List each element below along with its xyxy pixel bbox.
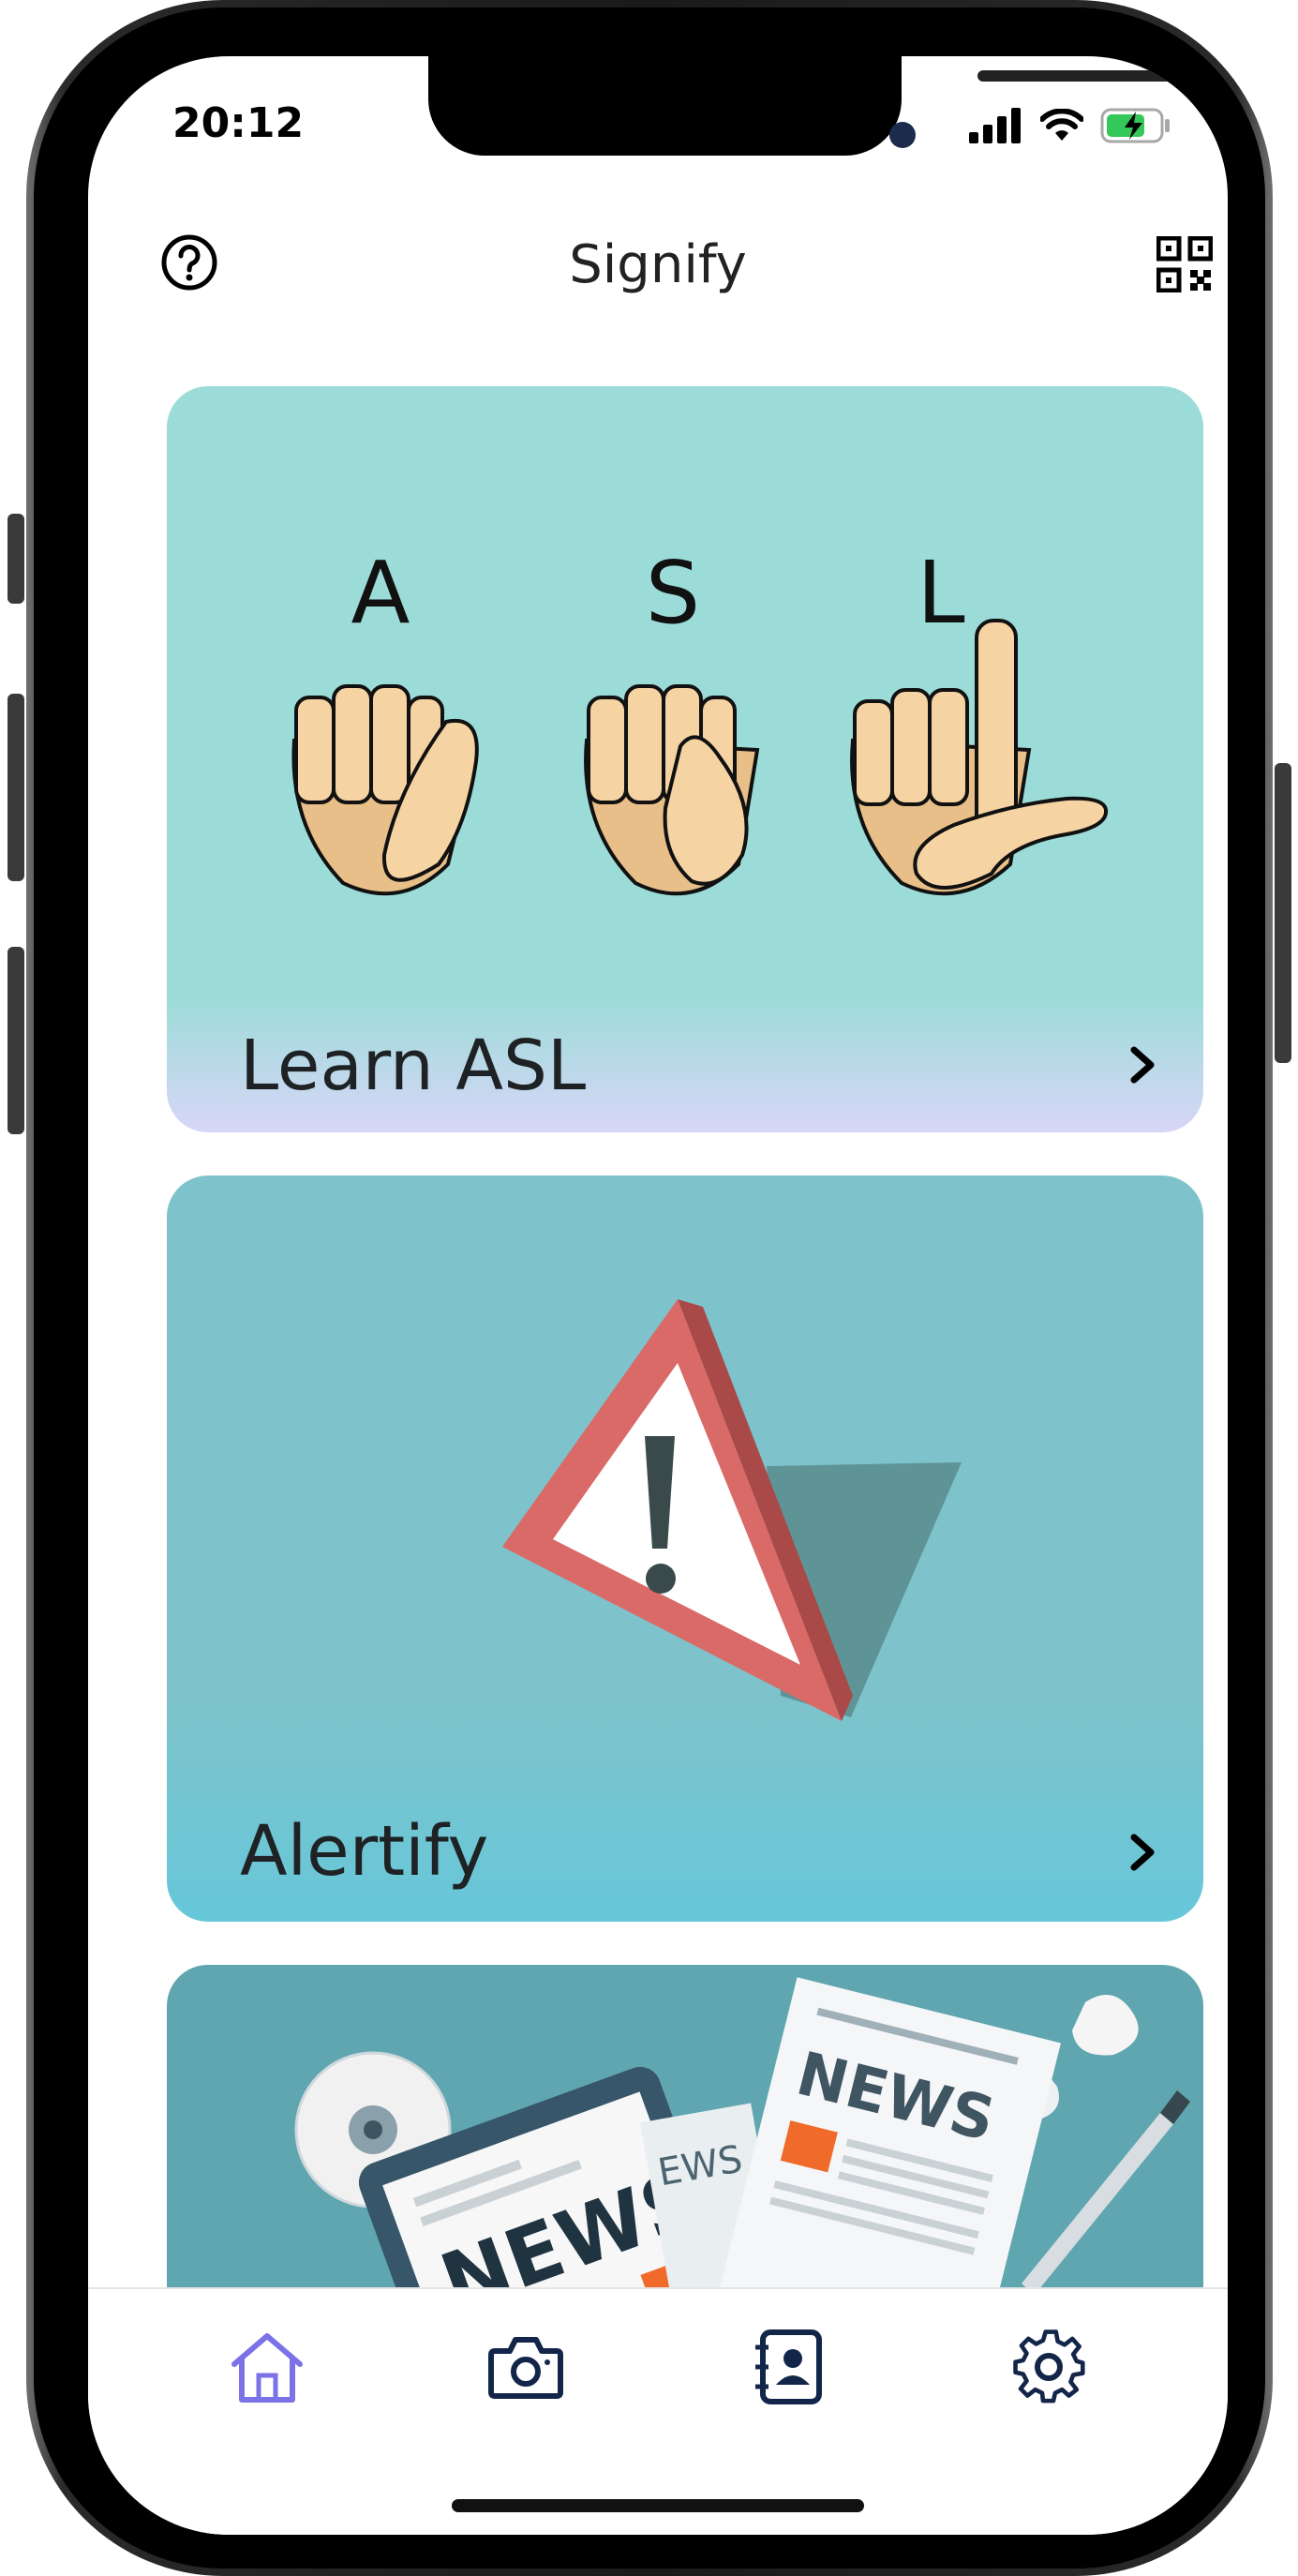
hand-l-icon (850, 619, 1109, 896)
status-time: 20:12 (172, 99, 305, 147)
home-indicator[interactable] (452, 2499, 864, 2512)
front-camera (889, 122, 916, 148)
news-card[interactable]: NEWS EWS NEWS (167, 1965, 1203, 2340)
mute-switch (7, 514, 24, 604)
volume-up-button (7, 694, 24, 881)
warning-triangle-icon (502, 1299, 962, 1721)
alertify-card[interactable]: Alertify (167, 1176, 1203, 1922)
asl-letter-a: A (351, 543, 410, 643)
hand-a-icon (291, 684, 479, 896)
gear-icon[interactable] (1010, 2327, 1091, 2407)
chevron-right-icon (1130, 1834, 1155, 1871)
phone-bezel: 20:12 Signify A S L Learn ASL Alertify N… (34, 7, 1265, 2569)
contacts-book-icon[interactable] (748, 2327, 828, 2407)
notch (428, 56, 1184, 156)
asl-hands-illustration: A S L (291, 543, 1109, 896)
battery-charging-icon (1100, 108, 1170, 143)
news-illustration: NEWS EWS NEWS (294, 1977, 1190, 2340)
power-button (1275, 763, 1291, 1063)
chevron-right-icon (1130, 1046, 1155, 1084)
learn-asl-card[interactable]: A S L Learn ASL (167, 386, 1203, 1132)
learn-asl-label: Learn ASL (240, 1026, 587, 1106)
asl-letter-s: S (646, 543, 700, 643)
cellular-signal-icon (969, 108, 1021, 143)
volume-down-button (7, 947, 24, 1134)
phone-frame: 20:12 Signify A S L Learn ASL Alertify N… (26, 0, 1273, 2576)
earpiece-speaker (977, 70, 1184, 82)
hand-s-icon (584, 684, 760, 896)
home-icon[interactable] (227, 2327, 307, 2407)
wifi-icon (1040, 109, 1083, 141)
status-icons (969, 107, 1171, 144)
screen: 20:12 Signify A S L Learn ASL Alertify N… (88, 56, 1228, 2535)
page-title: Signify (569, 234, 747, 295)
camera-icon[interactable] (485, 2327, 566, 2407)
tab-bar (88, 2287, 1228, 2535)
alertify-label: Alertify (240, 1811, 489, 1892)
qr-code-icon[interactable] (1156, 236, 1213, 292)
asl-letter-l: L (917, 543, 964, 643)
